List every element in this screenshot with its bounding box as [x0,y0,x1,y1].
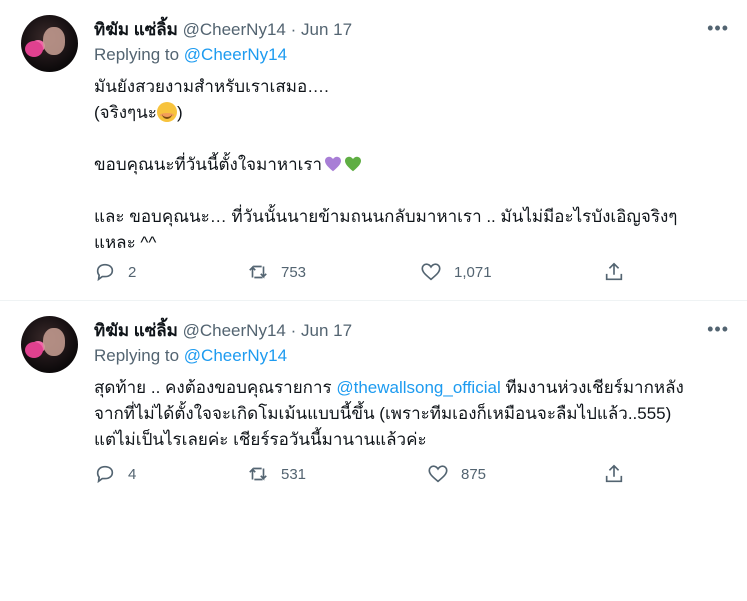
retweet-arrows-icon [249,265,267,279]
reply-count: 2 [128,263,137,281]
display-name[interactable]: ทิฆัม แซ่ลิ้ม [94,321,178,340]
tweet-header: ทิฆัม แซ่ลิ้ม @CheerNy14 · Jun 17 [94,317,352,344]
more-options-icon[interactable]: ••• [707,18,729,39]
avatar[interactable] [21,15,78,72]
user-handle[interactable]: @CheerNy14 [183,321,286,340]
tweet-line: จากที่ไม่ได้ตั้งใจจะเกิดโมเม้นแบบนี้ขึ้น… [94,404,672,423]
tweet-line: ขอบคุณนะที่วันนี้ตั้งใจมาหาเรา [94,152,734,178]
replying-to: Replying to @CheerNy14 [94,45,287,65]
avatar-face [43,27,65,55]
avatar-flower [25,342,43,358]
like-button[interactable]: 875 [427,463,486,485]
tweet-date[interactable]: Jun 17 [301,321,352,340]
more-options-icon[interactable]: ••• [707,319,729,340]
separator-dot: · [290,20,297,39]
tweet-line: แต่ไม่เป็นไรเลยค่ะ เชียร์รอวันนี้มานานแล… [94,430,427,449]
separator-dot: · [290,321,297,340]
reply-count: 4 [128,465,137,483]
tweet-text: มันยังสวยงามสำหรับเราเสมอ…. (จริงๆนะ) ขอบค… [94,74,734,256]
retweet-arrows-icon [249,467,267,481]
tweet-2[interactable]: ทิฆัม แซ่ลิ้ม @CheerNy14 · Jun 17 ••• Re… [0,301,747,601]
replying-to: Replying to @CheerNy14 [94,346,287,366]
share-upload-icon [605,464,623,483]
tweet-header: ทิฆัม แซ่ลิ้ม @CheerNy14 · Jun 17 [94,16,352,43]
reply-button[interactable]: 2 [94,261,136,283]
heart-outline-icon [421,263,441,281]
replying-to-handle[interactable]: @CheerNy14 [184,45,287,64]
share-upload-icon [605,262,623,281]
purple-heart-emoji-icon [325,156,342,172]
tweet-1[interactable]: ทิฆัม แซ่ลิ้ม @CheerNy14 · Jun 17 ••• Re… [0,0,747,300]
retweet-button[interactable]: 531 [247,463,306,485]
like-count: 1,071 [454,263,492,281]
tweet-date[interactable]: Jun 17 [301,20,352,39]
avatar-flower [25,41,43,57]
speech-bubble-icon [96,465,114,484]
retweet-count: 531 [281,465,307,483]
display-name[interactable]: ทิฆัม แซ่ลิ้ม [94,20,178,39]
tweet-line: มันยังสวยงามสำหรับเราเสมอ…. [94,77,329,96]
share-button[interactable] [603,261,625,283]
mention-link[interactable]: @thewallsong_official [336,378,500,397]
smiling-face-emoji-icon [156,102,177,122]
avatar[interactable] [21,316,78,373]
heart-outline-icon [428,465,448,483]
reply-button[interactable]: 4 [94,463,136,485]
retweet-button[interactable]: 753 [247,261,306,283]
replying-to-handle[interactable]: @CheerNy14 [184,346,287,365]
tweet-line: และ ขอบคุณนะ… ที่วันนั้นนายข้ามถนนกลับมา… [94,207,678,226]
user-handle[interactable]: @CheerNy14 [183,20,286,39]
like-count: 875 [461,465,487,483]
tweet-line: สุดท้าย .. คงต้องขอบคุณรายการ @thewallso… [94,378,684,397]
avatar-face [43,328,65,356]
replying-to-label: Replying to [94,346,180,365]
green-heart-emoji-icon [345,156,362,172]
retweet-count: 753 [281,263,307,281]
tweet-line: แหละ ^^ [94,233,157,252]
tweet-text: สุดท้าย .. คงต้องขอบคุณรายการ @thewallso… [94,375,734,453]
speech-bubble-icon [96,263,114,282]
tweet-line: (จริงๆนะ) [94,102,183,122]
share-button[interactable] [603,463,625,485]
like-button[interactable]: 1,071 [420,261,492,283]
replying-to-label: Replying to [94,45,180,64]
